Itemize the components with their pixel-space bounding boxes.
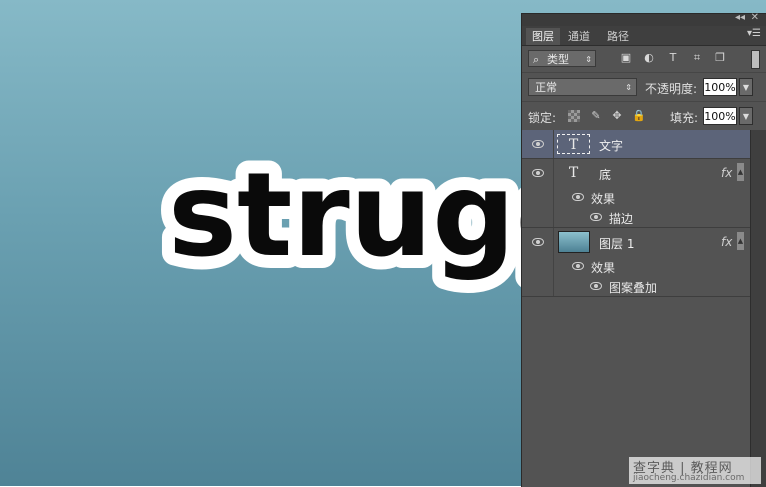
panel-menu-icon[interactable]: ▾☰ [747,28,761,39]
blend-mode-select[interactable]: 正常 ⇕ [528,78,637,96]
lock-label: 锁定: [528,111,557,125]
opacity-input[interactable]: 100% [703,78,737,96]
eye-icon[interactable] [532,140,544,148]
effects-row[interactable]: 效果 [522,256,750,276]
adjustment-filter-icon[interactable]: ◐ [642,51,656,65]
layer-name[interactable]: 图层 1 [599,235,634,252]
visibility-column [522,256,554,276]
lock-brush-icon[interactable]: ✎ [590,110,602,122]
blend-mode-value: 正常 [535,81,557,94]
blend-row: 正常 ⇕ 不透明度: 100% ▼ [522,73,766,102]
collapse-effects-icon[interactable]: ▲ [737,232,744,250]
eye-icon[interactable] [572,193,584,201]
layers-scrollbar[interactable] [750,130,766,487]
watermark: 查字典 | 教程网 jiaocheng.chazidian.com [629,457,761,484]
fill-label: 填充: [670,111,699,125]
smart-object-filter-icon[interactable]: ❐ [713,51,727,65]
text-layer-thumbnail[interactable]: T [557,163,590,183]
filter-toggle[interactable] [751,50,760,69]
effect-row-stroke[interactable]: 描边 [522,207,750,228]
updown-arrow-icon: ⇕ [585,55,592,64]
effects-label: 效果 [591,261,616,275]
filter-kind-label: 类型 [547,53,569,66]
layer-row-text[interactable]: T 文字 [522,130,750,159]
tab-channels[interactable]: 通道 [562,28,596,45]
visibility-column [522,130,554,158]
effects-row[interactable]: 效果 [522,187,750,207]
lock-all-icon[interactable]: 🔒 [632,110,646,122]
layers-list: T 文字 T 底 fx ▲ 效果 描边 图层 1 fx ▲ 效果 图案叠加 [522,130,750,297]
visibility-column [522,207,554,227]
eye-icon[interactable] [532,169,544,177]
visibility-column [522,187,554,207]
fill-dropdown-button[interactable]: ▼ [739,107,753,125]
panel-title-bar: ◂◂ ✕ [522,12,766,26]
lock-move-icon[interactable]: ✥ [611,110,623,122]
eye-icon[interactable] [572,262,584,270]
effect-name: 图案叠加 [609,281,658,295]
visibility-column [522,228,554,256]
search-icon: ⌕ [533,53,540,66]
panel-tabs: 图层 通道 路径 ▾☰ [522,26,766,46]
close-panel-icon[interactable]: ✕ [751,12,759,23]
image-filter-icon[interactable]: ▣ [619,51,633,65]
fill-input[interactable]: 100% [703,107,737,125]
layers-panel: ◂◂ ✕ 图层 通道 路径 ▾☰ ⌕ 类型 ⇕ ▣ ◐ T ⌗ ❐ 正常 ⇕ 不… [521,12,766,487]
fx-icon[interactable]: fx [721,166,732,180]
updown-arrow-icon: ⇕ [625,83,632,92]
watermark-url: jiaocheng.chazidian.com [633,473,745,483]
visibility-column [522,159,554,187]
opacity-dropdown-button[interactable]: ▼ [739,78,753,96]
collapse-icon[interactable]: ◂◂ [735,12,745,23]
layer-name[interactable]: 底 [599,166,611,183]
lock-transparency-icon[interactable] [568,110,580,122]
type-filter-icon[interactable]: T [666,51,680,65]
layer-name[interactable]: 文字 [599,137,623,154]
effect-name: 描边 [609,212,634,226]
tab-paths[interactable]: 路径 [601,28,635,45]
tab-layers[interactable]: 图层 [526,28,560,45]
eye-icon[interactable] [590,213,602,221]
layer-row-layer1[interactable]: 图层 1 fx ▲ [522,228,750,256]
effects-label: 效果 [591,192,616,206]
effect-row-pattern-overlay[interactable]: 图案叠加 [522,276,750,297]
layer-row-base[interactable]: T 底 fx ▲ [522,159,750,187]
visibility-column [522,276,554,296]
eye-icon[interactable] [590,282,602,290]
layer-filter-row: ⌕ 类型 ⇕ ▣ ◐ T ⌗ ❐ [522,46,766,73]
filter-kind-select[interactable]: ⌕ 类型 ⇕ [528,50,596,67]
text-layer-thumbnail[interactable]: T [557,134,590,154]
image-layer-thumbnail[interactable] [558,231,590,253]
shape-filter-icon[interactable]: ⌗ [690,51,704,65]
opacity-label: 不透明度: [645,82,698,96]
eye-icon[interactable] [532,238,544,246]
fx-icon[interactable]: fx [721,235,732,249]
lock-row: 锁定: ✎ ✥ 🔒 填充: 100% ▼ [522,102,766,131]
collapse-effects-icon[interactable]: ▲ [737,163,744,181]
